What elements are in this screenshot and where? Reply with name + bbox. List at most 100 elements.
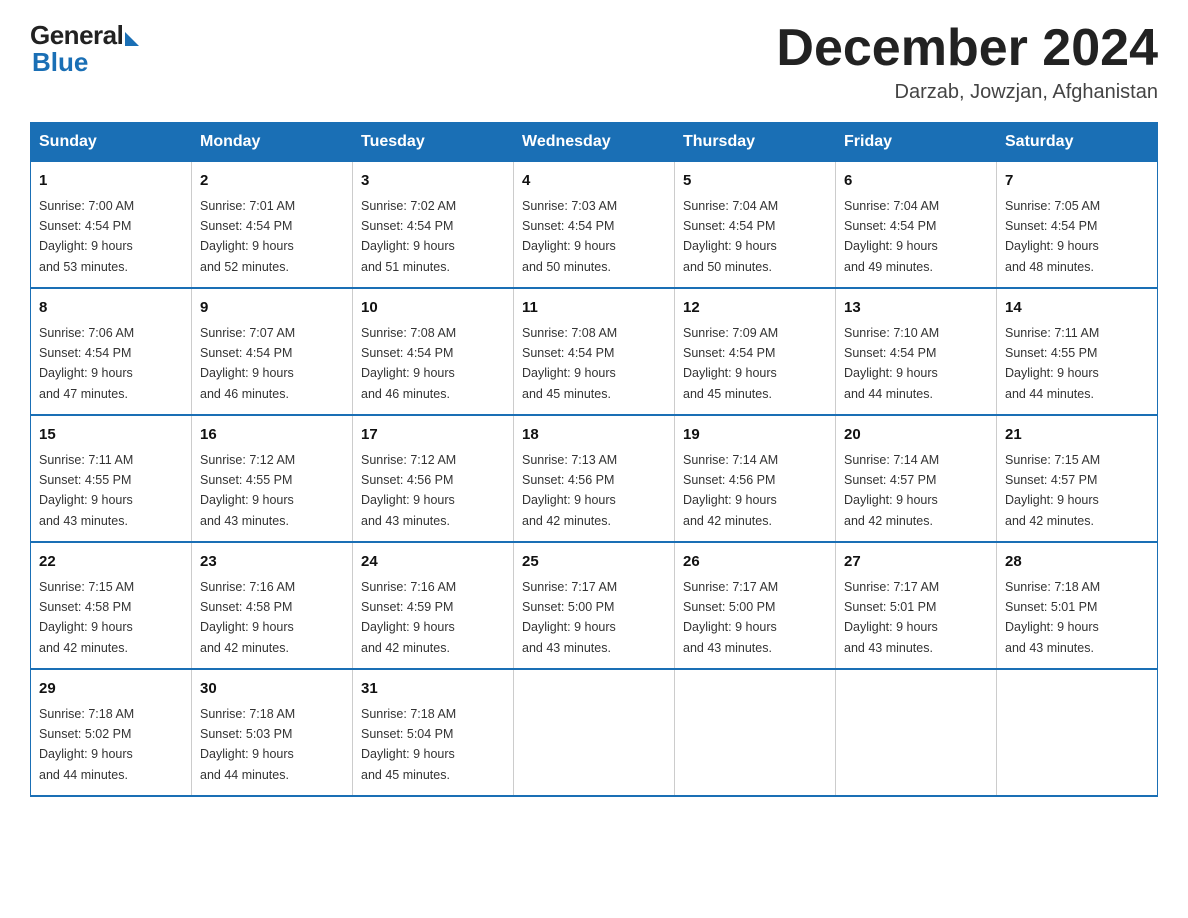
table-row: 20 Sunrise: 7:14 AMSunset: 4:57 PMDaylig… — [836, 415, 997, 542]
day-number: 31 — [361, 678, 505, 701]
day-number: 17 — [361, 424, 505, 447]
day-number: 2 — [200, 170, 344, 193]
table-row: 17 Sunrise: 7:12 AMSunset: 4:56 PMDaylig… — [353, 415, 514, 542]
day-detail: Sunrise: 7:08 AMSunset: 4:54 PMDaylight:… — [522, 326, 617, 401]
day-detail: Sunrise: 7:04 AMSunset: 4:54 PMDaylight:… — [844, 199, 939, 274]
day-number: 15 — [39, 424, 183, 447]
table-row — [675, 669, 836, 796]
header-thursday: Thursday — [675, 123, 836, 162]
day-number: 1 — [39, 170, 183, 193]
table-row: 12 Sunrise: 7:09 AMSunset: 4:54 PMDaylig… — [675, 288, 836, 415]
day-detail: Sunrise: 7:18 AMSunset: 5:02 PMDaylight:… — [39, 707, 134, 782]
table-row: 21 Sunrise: 7:15 AMSunset: 4:57 PMDaylig… — [997, 415, 1158, 542]
table-row: 30 Sunrise: 7:18 AMSunset: 5:03 PMDaylig… — [192, 669, 353, 796]
calendar-week-row: 8 Sunrise: 7:06 AMSunset: 4:54 PMDayligh… — [31, 288, 1158, 415]
day-number: 21 — [1005, 424, 1149, 447]
day-detail: Sunrise: 7:17 AMSunset: 5:00 PMDaylight:… — [522, 580, 617, 655]
day-detail: Sunrise: 7:03 AMSunset: 4:54 PMDaylight:… — [522, 199, 617, 274]
day-detail: Sunrise: 7:17 AMSunset: 5:01 PMDaylight:… — [844, 580, 939, 655]
day-detail: Sunrise: 7:02 AMSunset: 4:54 PMDaylight:… — [361, 199, 456, 274]
header-monday: Monday — [192, 123, 353, 162]
day-detail: Sunrise: 7:05 AMSunset: 4:54 PMDaylight:… — [1005, 199, 1100, 274]
day-number: 25 — [522, 551, 666, 574]
table-row: 29 Sunrise: 7:18 AMSunset: 5:02 PMDaylig… — [31, 669, 192, 796]
header-wednesday: Wednesday — [514, 123, 675, 162]
table-row: 31 Sunrise: 7:18 AMSunset: 5:04 PMDaylig… — [353, 669, 514, 796]
logo-blue-text: Blue — [30, 47, 88, 78]
day-number: 24 — [361, 551, 505, 574]
day-detail: Sunrise: 7:15 AMSunset: 4:57 PMDaylight:… — [1005, 453, 1100, 528]
day-number: 22 — [39, 551, 183, 574]
table-row: 11 Sunrise: 7:08 AMSunset: 4:54 PMDaylig… — [514, 288, 675, 415]
header-sunday: Sunday — [31, 123, 192, 162]
day-detail: Sunrise: 7:09 AMSunset: 4:54 PMDaylight:… — [683, 326, 778, 401]
table-row: 7 Sunrise: 7:05 AMSunset: 4:54 PMDayligh… — [997, 162, 1158, 289]
day-detail: Sunrise: 7:06 AMSunset: 4:54 PMDaylight:… — [39, 326, 134, 401]
table-row: 16 Sunrise: 7:12 AMSunset: 4:55 PMDaylig… — [192, 415, 353, 542]
page-header: General Blue December 2024 Darzab, Jowzj… — [30, 20, 1158, 104]
day-detail: Sunrise: 7:16 AMSunset: 4:58 PMDaylight:… — [200, 580, 295, 655]
table-row: 23 Sunrise: 7:16 AMSunset: 4:58 PMDaylig… — [192, 542, 353, 669]
day-number: 19 — [683, 424, 827, 447]
day-number: 16 — [200, 424, 344, 447]
calendar-header-row: Sunday Monday Tuesday Wednesday Thursday… — [31, 123, 1158, 162]
table-row: 27 Sunrise: 7:17 AMSunset: 5:01 PMDaylig… — [836, 542, 997, 669]
day-detail: Sunrise: 7:18 AMSunset: 5:01 PMDaylight:… — [1005, 580, 1100, 655]
table-row: 1 Sunrise: 7:00 AMSunset: 4:54 PMDayligh… — [31, 162, 192, 289]
day-number: 7 — [1005, 170, 1149, 193]
table-row: 6 Sunrise: 7:04 AMSunset: 4:54 PMDayligh… — [836, 162, 997, 289]
day-number: 26 — [683, 551, 827, 574]
day-number: 28 — [1005, 551, 1149, 574]
table-row: 5 Sunrise: 7:04 AMSunset: 4:54 PMDayligh… — [675, 162, 836, 289]
table-row: 22 Sunrise: 7:15 AMSunset: 4:58 PMDaylig… — [31, 542, 192, 669]
day-number: 8 — [39, 297, 183, 320]
day-number: 14 — [1005, 297, 1149, 320]
header-tuesday: Tuesday — [353, 123, 514, 162]
logo: General Blue — [30, 20, 139, 78]
table-row: 24 Sunrise: 7:16 AMSunset: 4:59 PMDaylig… — [353, 542, 514, 669]
day-number: 6 — [844, 170, 988, 193]
day-detail: Sunrise: 7:12 AMSunset: 4:56 PMDaylight:… — [361, 453, 456, 528]
table-row: 4 Sunrise: 7:03 AMSunset: 4:54 PMDayligh… — [514, 162, 675, 289]
table-row: 18 Sunrise: 7:13 AMSunset: 4:56 PMDaylig… — [514, 415, 675, 542]
location: Darzab, Jowzjan, Afghanistan — [776, 81, 1158, 104]
day-detail: Sunrise: 7:04 AMSunset: 4:54 PMDaylight:… — [683, 199, 778, 274]
table-row — [514, 669, 675, 796]
day-number: 13 — [844, 297, 988, 320]
day-number: 3 — [361, 170, 505, 193]
calendar-week-row: 15 Sunrise: 7:11 AMSunset: 4:55 PMDaylig… — [31, 415, 1158, 542]
day-detail: Sunrise: 7:18 AMSunset: 5:03 PMDaylight:… — [200, 707, 295, 782]
header-saturday: Saturday — [997, 123, 1158, 162]
table-row: 13 Sunrise: 7:10 AMSunset: 4:54 PMDaylig… — [836, 288, 997, 415]
table-row: 10 Sunrise: 7:08 AMSunset: 4:54 PMDaylig… — [353, 288, 514, 415]
table-row: 3 Sunrise: 7:02 AMSunset: 4:54 PMDayligh… — [353, 162, 514, 289]
day-number: 11 — [522, 297, 666, 320]
day-number: 9 — [200, 297, 344, 320]
calendar-table: Sunday Monday Tuesday Wednesday Thursday… — [30, 122, 1158, 797]
day-number: 29 — [39, 678, 183, 701]
day-number: 23 — [200, 551, 344, 574]
table-row: 15 Sunrise: 7:11 AMSunset: 4:55 PMDaylig… — [31, 415, 192, 542]
calendar-week-row: 29 Sunrise: 7:18 AMSunset: 5:02 PMDaylig… — [31, 669, 1158, 796]
day-detail: Sunrise: 7:12 AMSunset: 4:55 PMDaylight:… — [200, 453, 295, 528]
calendar-week-row: 1 Sunrise: 7:00 AMSunset: 4:54 PMDayligh… — [31, 162, 1158, 289]
table-row: 25 Sunrise: 7:17 AMSunset: 5:00 PMDaylig… — [514, 542, 675, 669]
day-number: 18 — [522, 424, 666, 447]
day-detail: Sunrise: 7:11 AMSunset: 4:55 PMDaylight:… — [39, 453, 133, 528]
day-detail: Sunrise: 7:18 AMSunset: 5:04 PMDaylight:… — [361, 707, 456, 782]
table-row — [836, 669, 997, 796]
table-row: 2 Sunrise: 7:01 AMSunset: 4:54 PMDayligh… — [192, 162, 353, 289]
day-number: 12 — [683, 297, 827, 320]
day-number: 30 — [200, 678, 344, 701]
table-row: 9 Sunrise: 7:07 AMSunset: 4:54 PMDayligh… — [192, 288, 353, 415]
day-number: 27 — [844, 551, 988, 574]
day-detail: Sunrise: 7:16 AMSunset: 4:59 PMDaylight:… — [361, 580, 456, 655]
day-detail: Sunrise: 7:14 AMSunset: 4:57 PMDaylight:… — [844, 453, 939, 528]
day-detail: Sunrise: 7:15 AMSunset: 4:58 PMDaylight:… — [39, 580, 134, 655]
table-row: 8 Sunrise: 7:06 AMSunset: 4:54 PMDayligh… — [31, 288, 192, 415]
day-detail: Sunrise: 7:07 AMSunset: 4:54 PMDaylight:… — [200, 326, 295, 401]
day-detail: Sunrise: 7:00 AMSunset: 4:54 PMDaylight:… — [39, 199, 134, 274]
title-block: December 2024 Darzab, Jowzjan, Afghanist… — [776, 20, 1158, 104]
table-row: 14 Sunrise: 7:11 AMSunset: 4:55 PMDaylig… — [997, 288, 1158, 415]
day-number: 20 — [844, 424, 988, 447]
